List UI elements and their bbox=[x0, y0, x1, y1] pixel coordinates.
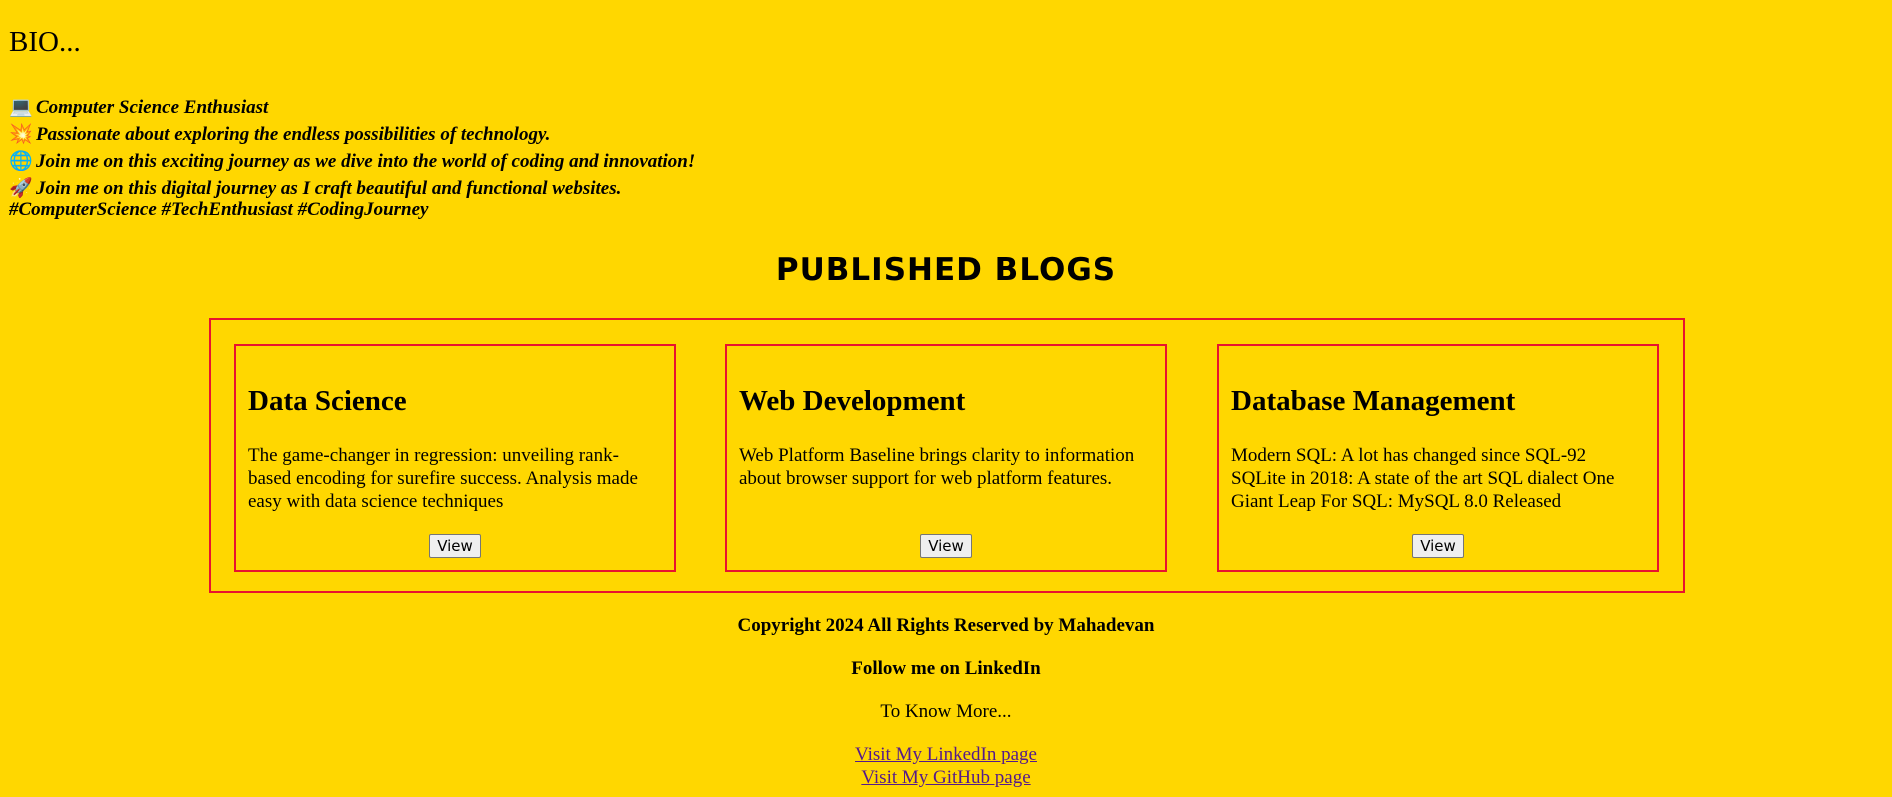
blog-card-title: Data Science bbox=[248, 385, 407, 417]
blog-card-description: The game-changer in regression: unveilin… bbox=[248, 445, 638, 512]
blog-card-actions: View bbox=[236, 534, 674, 558]
blog-card-title: Database Management bbox=[1231, 385, 1516, 417]
bio-lines: 💻 Computer Science Enthusiast 💥 Passiona… bbox=[9, 94, 695, 221]
blog-card-database-management: Database Management Modern SQL: A lot ha… bbox=[1217, 344, 1659, 572]
bio-title: BIO... bbox=[9, 26, 81, 58]
view-button[interactable]: View bbox=[920, 534, 972, 558]
laptop-icon: 💻 bbox=[9, 97, 33, 118]
bio-line: 💻 Computer Science Enthusiast bbox=[9, 94, 695, 121]
blog-card-data-science: Data Science The game-changer in regress… bbox=[234, 344, 676, 572]
blog-card-description: Web Platform Baseline brings clarity to … bbox=[739, 445, 1135, 489]
bio-line: 🚀 Join me on this digital journey as I c… bbox=[9, 175, 695, 202]
github-link[interactable]: Visit My GitHub page bbox=[861, 767, 1030, 788]
sparkle-icon: 💥 bbox=[9, 124, 33, 145]
bio-line-text: Passionate about exploring the endless p… bbox=[36, 123, 551, 145]
view-button[interactable]: View bbox=[429, 534, 481, 558]
blog-card-actions: View bbox=[1219, 534, 1657, 558]
bio-line-text: Computer Science Enthusiast bbox=[36, 96, 269, 118]
bio-line: 💥 Passionate about exploring the endless… bbox=[9, 121, 695, 148]
blogs-container: Data Science The game-changer in regress… bbox=[209, 318, 1685, 593]
bio-hashtags: #ComputerScience #TechEnthusiast #Coding… bbox=[9, 199, 429, 220]
bio-line-text: Join me on this exciting journey as we d… bbox=[36, 150, 696, 172]
footer: Copyright 2024 All Rights Reserved by Ma… bbox=[0, 614, 1892, 789]
follow-linkedin-text: Follow me on LinkedIn bbox=[851, 658, 1041, 679]
bio-line-text: Join me on this digital journey as I cra… bbox=[36, 177, 622, 199]
blog-card-actions: View bbox=[727, 534, 1165, 558]
copyright-text: Copyright 2024 All Rights Reserved by Ma… bbox=[737, 615, 1155, 636]
rocket-icon: 🚀 bbox=[9, 178, 33, 199]
blog-card-title: Web Development bbox=[739, 385, 966, 417]
blog-card-description: Modern SQL: A lot has changed since SQL-… bbox=[1231, 445, 1615, 512]
linkedin-link[interactable]: Visit My LinkedIn page bbox=[855, 744, 1037, 765]
blog-card-web-development: Web Development Web Platform Baseline br… bbox=[725, 344, 1167, 572]
globe-icon: 🌐 bbox=[9, 151, 33, 172]
footer-links: Visit My LinkedIn page Visit My GitHub p… bbox=[0, 743, 1892, 789]
know-more-text: To Know More... bbox=[880, 701, 1012, 722]
bio-line: 🌐 Join me on this exciting journey as we… bbox=[9, 148, 695, 175]
view-button[interactable]: View bbox=[1412, 534, 1464, 558]
published-blogs-heading: PUBLISHED BLOGS bbox=[775, 252, 1117, 288]
